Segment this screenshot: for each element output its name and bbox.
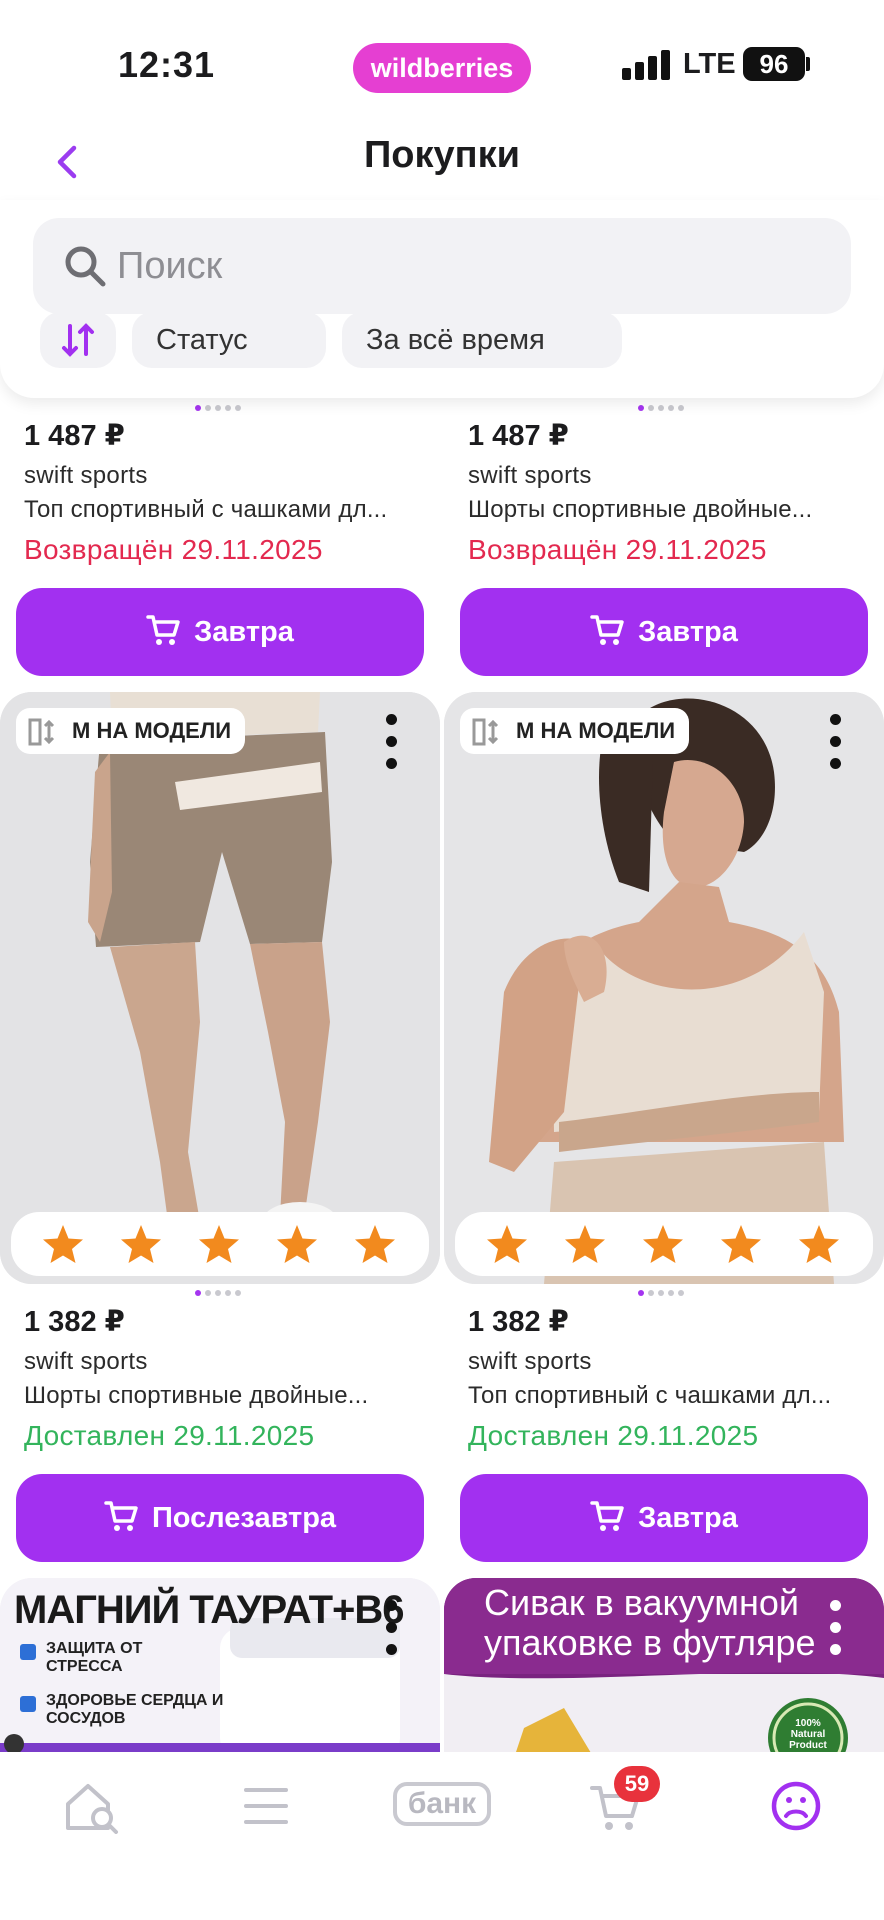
bottom-nav: банк 59 xyxy=(0,1752,884,1920)
battery-tip xyxy=(806,57,810,71)
nav-bank[interactable]: банк xyxy=(393,1782,491,1826)
cart-icon xyxy=(590,1501,624,1532)
sort-filter-chip[interactable] xyxy=(40,312,116,368)
order-status: Доставлен 29.11.2025 xyxy=(24,1420,315,1451)
sort-icon xyxy=(62,323,94,357)
rating-stars[interactable] xyxy=(455,1212,873,1276)
image-pager-dots xyxy=(195,1290,245,1298)
image-pager-dots xyxy=(638,405,688,413)
size-ruler-icon xyxy=(28,718,55,746)
image-pager-dots xyxy=(195,405,245,413)
product-brand[interactable]: swift sports xyxy=(24,1348,148,1376)
star-icon[interactable] xyxy=(119,1222,163,1266)
search-panel: Статус За всё время xyxy=(0,200,884,398)
product-name[interactable]: Шорты спортивные двойные... xyxy=(24,1382,368,1410)
star-icon[interactable] xyxy=(353,1222,397,1266)
model-size-badge[interactable]: М НА МОДЕЛИ xyxy=(460,708,690,754)
buy-again-button[interactable]: Завтра xyxy=(460,1474,868,1562)
rating-stars[interactable] xyxy=(11,1212,429,1276)
product-price: 1 382 ₽ xyxy=(468,1306,569,1338)
more-options-icon[interactable] xyxy=(377,714,407,770)
buy-button-label: Завтра xyxy=(638,616,738,648)
model-badge-label: М НА МОДЕЛИ xyxy=(72,718,232,743)
buy-again-button[interactable]: Завтра xyxy=(16,588,424,676)
nav-catalog[interactable] xyxy=(226,1778,306,1834)
buy-again-button[interactable]: Завтра xyxy=(460,588,868,676)
image-pager-dots xyxy=(638,1290,688,1298)
size-ruler-icon xyxy=(472,718,499,746)
product-brand[interactable]: swift sports xyxy=(468,462,592,490)
product-price: 1 487 ₽ xyxy=(24,420,125,452)
star-icon[interactable] xyxy=(797,1222,841,1266)
status-time: 12:31 xyxy=(118,44,216,85)
ad-point: ЗАЩИТА ОТ СТРЕССА xyxy=(46,1640,143,1675)
product-photo xyxy=(444,692,884,1284)
product-price: 1 382 ₽ xyxy=(24,1306,125,1338)
network-type: LTE xyxy=(683,48,736,80)
more-options-icon[interactable] xyxy=(821,1600,851,1656)
star-icon[interactable] xyxy=(641,1222,685,1266)
product-price: 1 487 ₽ xyxy=(468,420,569,452)
ad-point: ЗДОРОВЬЕ СЕРДЦА И СОСУДОВ xyxy=(46,1692,224,1727)
ad-banner-sivak[interactable]: Сивак в вакуумной упаковке в футляре 100… xyxy=(444,1578,884,1758)
star-icon[interactable] xyxy=(719,1222,763,1266)
ad-title-line2: упаковке в футляре xyxy=(484,1622,816,1663)
model-size-badge[interactable]: М НА МОДЕЛИ xyxy=(16,708,246,754)
status-filter-chip[interactable]: Статус xyxy=(132,312,326,368)
star-icon[interactable] xyxy=(197,1222,241,1266)
order-status: Доставлен 29.11.2025 xyxy=(468,1420,759,1451)
product-photo xyxy=(0,692,440,1284)
battery-icon: 96 xyxy=(743,47,805,81)
product-name[interactable]: Топ спортивный с чашками дл... xyxy=(24,496,387,524)
buy-button-label: Послезавтра xyxy=(151,1502,337,1534)
model-badge-label: М НА МОДЕЛИ xyxy=(516,718,676,743)
star-icon[interactable] xyxy=(41,1222,85,1266)
product-image[interactable]: М НА МОДЕЛИ xyxy=(444,692,884,1284)
product-name[interactable]: Шорты спортивные двойные... xyxy=(468,496,812,524)
profile-icon xyxy=(771,1781,821,1831)
buy-button-label: Завтра xyxy=(638,1502,738,1534)
header: Покупки xyxy=(0,120,884,210)
buy-button-label: Завтра xyxy=(194,616,294,648)
nav-home[interactable] xyxy=(52,1778,132,1834)
signal-icon xyxy=(622,50,672,80)
order-status: Возвращён 29.11.2025 xyxy=(468,534,767,565)
product-image[interactable]: М НА МОДЕЛИ xyxy=(0,692,440,1284)
ad-title: МАГНИЙ ТАУРАТ+B6 xyxy=(14,1588,405,1632)
period-filter-chip[interactable]: За всё время xyxy=(342,312,622,368)
star-icon[interactable] xyxy=(485,1222,529,1266)
search-box[interactable] xyxy=(33,218,851,314)
menu-icon xyxy=(244,1788,288,1824)
product-brand[interactable]: swift sports xyxy=(468,1348,592,1376)
product-brand[interactable]: swift sports xyxy=(24,462,148,490)
cart-icon xyxy=(590,615,624,646)
buy-again-button[interactable]: Послезавтра xyxy=(16,1474,424,1562)
nav-profile[interactable] xyxy=(756,1778,836,1834)
ad-banner-magnesium[interactable]: МАГНИЙ ТАУРАТ+B6 ЗАЩИТА ОТ СТРЕССА ЗДОРО… xyxy=(0,1578,440,1758)
ad-seal: 100% Natural Product xyxy=(789,1718,827,1751)
cart-icon xyxy=(104,1501,138,1532)
more-options-icon[interactable] xyxy=(821,714,851,770)
chevron-left-icon xyxy=(57,145,77,179)
star-icon[interactable] xyxy=(563,1222,607,1266)
more-options-icon[interactable] xyxy=(377,1600,407,1656)
search-icon xyxy=(65,246,106,287)
cart-icon xyxy=(146,615,180,646)
page-title: Покупки xyxy=(363,134,520,176)
back-button[interactable] xyxy=(44,134,94,190)
status-bar: 12:31 wildberries LTE 96 xyxy=(0,0,884,120)
star-icon[interactable] xyxy=(275,1222,319,1266)
home-search-icon xyxy=(66,1784,118,1834)
order-status: Возвращён 29.11.2025 xyxy=(24,534,323,565)
ad-title-line1: Сивак в вакуумной xyxy=(484,1582,799,1623)
cart-count-badge: 59 xyxy=(614,1766,660,1802)
wildberries-pill[interactable]: wildberries xyxy=(353,43,531,93)
search-input[interactable] xyxy=(117,218,717,314)
product-name[interactable]: Топ спортивный с чашками дл... xyxy=(468,1382,831,1410)
